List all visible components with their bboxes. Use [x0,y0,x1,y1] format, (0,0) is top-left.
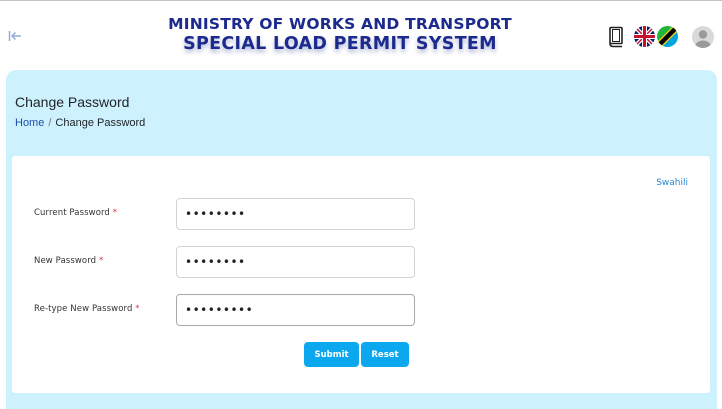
change-password-card: Swahili Current Password * New Password … [12,156,710,393]
uk-flag-icon[interactable] [634,26,655,47]
page-title: Change Password [15,94,130,110]
required-mark: * [98,256,104,266]
current-password-input[interactable] [176,198,415,230]
user-avatar-icon[interactable] [692,26,714,48]
new-password-label: New Password * [34,256,104,266]
system-title: SPECIAL LOAD PERMIT SYSTEM [183,34,497,54]
retype-password-label: Re-type New Password * [34,304,140,314]
ministry-title: MINISTRY OF WORKS AND TRANSPORT [168,15,512,33]
required-mark: * [112,208,118,218]
required-mark: * [135,304,140,314]
new-password-row: New Password * [12,246,710,278]
retype-password-input[interactable] [176,294,415,326]
breadcrumb-home-link[interactable]: Home [15,117,44,129]
collapse-sidebar-icon[interactable] [6,27,24,45]
swahili-language-link[interactable]: Swahili [656,178,688,188]
new-password-input[interactable] [176,246,415,278]
breadcrumb: Home / Change Password [15,117,145,129]
submit-button[interactable]: Submit [304,342,359,367]
current-password-label: Current Password * [34,208,118,218]
breadcrumb-separator: / [48,117,52,129]
current-password-row: Current Password * [12,198,710,230]
tanzania-flag-icon[interactable] [657,26,678,47]
reset-button[interactable]: Reset [361,342,409,367]
app-header: MINISTRY OF WORKS AND TRANSPORT SPECIAL … [0,1,722,70]
book-icon[interactable] [606,25,626,49]
breadcrumb-current: Change Password [55,117,146,129]
retype-password-row: Re-type New Password * [12,294,710,326]
app-title: MINISTRY OF WORKS AND TRANSPORT SPECIAL … [120,15,560,55]
